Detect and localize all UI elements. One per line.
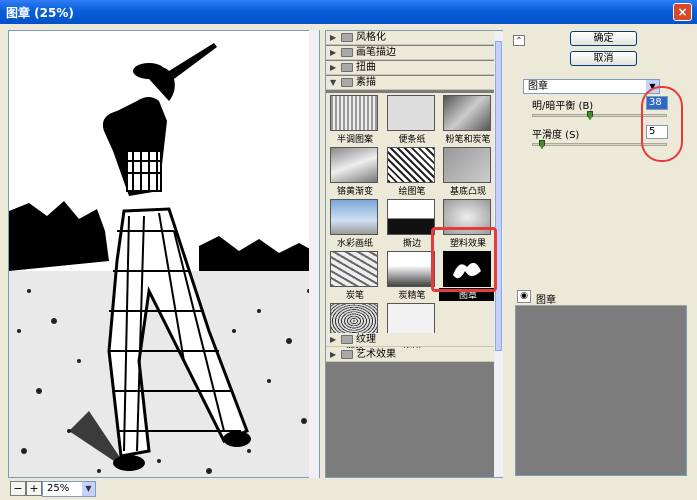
category-label: 纹理	[356, 334, 376, 345]
smoothness-label: 平滑度 (S)	[532, 130, 580, 141]
folder-icon	[341, 63, 353, 72]
folder-open-icon	[341, 78, 353, 87]
filter-water-paper[interactable]: 水彩画纸	[326, 197, 384, 249]
thumbnail-image	[387, 199, 435, 235]
light-dark-balance-label: 明/暗平衡 (B)	[532, 101, 594, 112]
triangle-down-icon: ▼	[330, 78, 337, 87]
category-sketch[interactable]: ▼ 素描	[326, 76, 494, 90]
filter-label: 水彩画纸	[336, 239, 373, 249]
filter-chalk-charcoal[interactable]: 粉笔和炭笔	[439, 93, 497, 145]
thumbnail-image	[443, 147, 491, 183]
triangle-right-icon: ▶	[330, 33, 337, 42]
thumbnail-image	[330, 147, 378, 183]
folder-icon	[341, 48, 353, 57]
zoom-select[interactable]: 25% ▼	[42, 481, 96, 497]
filter-label: 基底凸现	[449, 187, 486, 197]
zoom-in-button[interactable]: +	[26, 481, 42, 496]
filter-label: 绘图笔	[398, 187, 426, 197]
scrollbar-thumb[interactable]	[495, 41, 502, 351]
filter-label: 粉笔和炭笔	[445, 135, 491, 145]
thumbnail-image	[330, 95, 378, 131]
thumbnail-image	[387, 147, 435, 183]
filter-note-paper[interactable]: 便条纸	[383, 93, 441, 145]
effect-layer-label: 图章	[536, 295, 556, 306]
thumbnail-image	[330, 199, 378, 235]
category-brush-strokes[interactable]: ▶ 画笔描边	[326, 46, 494, 60]
category-label: 画笔描边	[356, 47, 396, 58]
category-label: 素描	[356, 77, 376, 88]
filter-chrome[interactable]: 铬黄渐变	[326, 145, 384, 197]
image-preview[interactable]	[8, 30, 320, 478]
thumbnail-image	[330, 251, 378, 287]
folder-icon	[341, 33, 353, 42]
filter-graphic-pen[interactable]: 绘图笔	[383, 145, 441, 197]
effect-layers-panel	[515, 288, 687, 476]
filter-label: 炭笔	[345, 291, 364, 301]
category-label: 扭曲	[356, 62, 376, 73]
folder-icon	[341, 335, 353, 344]
selection-highlight-annotation	[431, 227, 497, 292]
category-texture[interactable]: ▶ 纹理	[326, 333, 494, 347]
thumbnail-image	[387, 251, 435, 287]
window-title: 图章 (25%)	[6, 6, 74, 20]
filter-label: 铬黄渐变	[336, 187, 373, 197]
filter-thumbnails: 半调图案 便条纸 粉笔和炭笔 铬黄渐变 绘图笔 基底凸现 水彩画纸 撕边 塑料效…	[326, 93, 497, 353]
chevron-down-icon: ▼	[82, 482, 95, 496]
filter-bas-relief[interactable]: 基底凸现	[439, 145, 497, 197]
triangle-right-icon: ▶	[330, 48, 337, 57]
folder-icon	[341, 350, 353, 359]
thumbnail-image	[443, 95, 491, 131]
thumbnail-image	[387, 95, 435, 131]
window-title-bar: 图章 (25%) ×	[0, 0, 697, 24]
filter-label: 便条纸	[398, 135, 426, 145]
ok-button[interactable]: 确定	[570, 31, 637, 46]
filter-halftone-pattern[interactable]: 半调图案	[326, 93, 384, 145]
category-distort[interactable]: ▶ 扭曲	[326, 61, 494, 75]
preview-image	[9, 31, 319, 477]
collapse-gallery-button[interactable]: ⌃	[513, 35, 525, 46]
category-label: 风格化	[356, 32, 386, 43]
preview-scrollbar[interactable]	[309, 30, 319, 478]
filter-charcoal[interactable]: 炭笔	[326, 249, 384, 301]
category-label: 艺术效果	[356, 349, 396, 360]
close-button[interactable]: ×	[673, 3, 692, 21]
triangle-right-icon: ▶	[330, 335, 337, 344]
filter-select-value: 图章	[528, 81, 548, 92]
eye-icon[interactable]: ◉	[517, 290, 531, 303]
cancel-button[interactable]: 取消	[570, 51, 637, 66]
triangle-right-icon: ▶	[330, 350, 337, 359]
filter-label: 半调图案	[336, 135, 373, 145]
value-highlight-annotation	[641, 86, 683, 162]
filter-select[interactable]: 图章 ▼	[523, 79, 660, 94]
zoom-value: 25%	[47, 483, 70, 494]
zoom-out-button[interactable]: −	[10, 481, 26, 496]
category-artistic[interactable]: ▶ 艺术效果	[326, 348, 494, 362]
category-stylize[interactable]: ▶ 风格化	[326, 31, 494, 45]
triangle-right-icon: ▶	[330, 63, 337, 72]
effect-layer-row[interactable]: ◉ 图章	[515, 288, 687, 306]
